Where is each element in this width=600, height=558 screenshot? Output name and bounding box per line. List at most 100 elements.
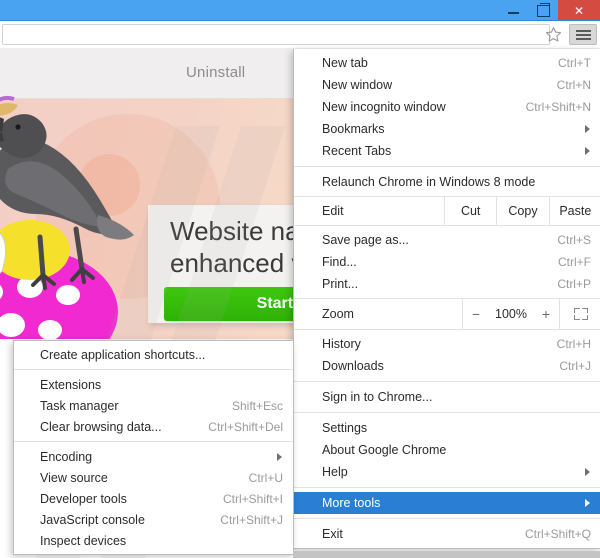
menu-item-accel: Ctrl+U: [248, 470, 283, 485]
menu-item-accel: Ctrl+F: [558, 255, 591, 269]
menu-item-print[interactable]: Print... Ctrl+P: [294, 273, 600, 295]
menu-item-about-google-chrome[interactable]: About Google Chrome: [294, 439, 600, 461]
menu-item-new-tab[interactable]: New tab Ctrl+T: [294, 52, 600, 74]
chevron-right-icon: [585, 147, 590, 155]
submenu-item-inspect-devices[interactable]: Inspect devices: [14, 530, 293, 551]
menu-item-bookmarks[interactable]: Bookmarks: [294, 118, 600, 140]
menu-item-recent-tabs[interactable]: Recent Tabs: [294, 140, 600, 162]
zoom-out-button[interactable]: −: [462, 299, 489, 329]
submenu-separator: [14, 369, 293, 370]
menu-item-label: New incognito window: [322, 100, 446, 114]
menu-item-label: Print...: [322, 277, 359, 291]
menu-item-accel: Ctrl+T: [558, 56, 591, 70]
zoom-in-button[interactable]: +: [533, 299, 559, 329]
crow-illustration: [0, 95, 134, 342]
menu-item-label: View source: [40, 470, 108, 485]
submenu-item-javascript-console[interactable]: JavaScript console Ctrl+Shift+J: [14, 509, 293, 530]
close-button[interactable]: [558, 0, 600, 21]
title-bar: [0, 0, 600, 21]
menu-item-accel: Ctrl+Shift+N: [525, 100, 591, 114]
menu-item-settings[interactable]: Settings: [294, 417, 600, 439]
menu-item-new-window[interactable]: New window Ctrl+N: [294, 74, 600, 96]
menu-item-exit[interactable]: Exit Ctrl+Shift+Q: [294, 523, 600, 545]
menu-item-accel: Ctrl+Shift+I: [222, 491, 283, 506]
menu-item-accel: Ctrl+Shift+J: [220, 512, 283, 527]
submenu-item-encoding[interactable]: Encoding: [14, 446, 293, 467]
restore-button[interactable]: [528, 0, 558, 21]
menu-item-new-incognito-window[interactable]: New incognito window Ctrl+Shift+N: [294, 96, 600, 118]
menu-item-label: Save page as...: [322, 233, 409, 247]
copy-button[interactable]: Copy: [496, 197, 548, 225]
menu-item-label: New window: [322, 78, 393, 92]
menu-item-label: Extensions: [40, 377, 102, 392]
menu-item-label: JavaScript console: [40, 512, 145, 527]
menu-edit-row: Edit Cut Copy Paste: [294, 196, 600, 226]
restore-icon: [536, 2, 550, 17]
menu-separator: [294, 487, 600, 488]
menu-item-label: Downloads: [322, 359, 384, 373]
menu-item-label: Settings: [322, 421, 368, 435]
zoom-level-value: 100%: [495, 307, 527, 321]
submenu-bottom-pad: [14, 551, 293, 554]
more-tools-submenu: Create application shortcuts... Extensio…: [13, 340, 294, 555]
bookmark-star-button[interactable]: [542, 25, 564, 44]
cut-button[interactable]: Cut: [444, 197, 496, 225]
menu-item-accel: Ctrl+Shift+Q: [524, 527, 591, 541]
menu-separator: [294, 412, 600, 413]
menu-item-help[interactable]: Help: [294, 461, 600, 483]
submenu-item-task-manager[interactable]: Task manager Shift+Esc: [14, 395, 293, 416]
fullscreen-icon: [573, 308, 588, 320]
menu-item-find[interactable]: Find... Ctrl+F: [294, 251, 600, 273]
menu-separator: [294, 166, 600, 167]
window-bottom-strip: [293, 551, 600, 558]
paste-button[interactable]: Paste: [548, 197, 600, 225]
chrome-menu-button[interactable]: [569, 24, 597, 45]
menu-item-more-tools[interactable]: More tools: [294, 492, 600, 514]
menu-item-label: Create application shortcuts...: [40, 347, 206, 362]
hamburger-icon-line3: [575, 37, 591, 40]
menu-item-relaunch-windows8-mode[interactable]: Relaunch Chrome in Windows 8 mode: [294, 171, 600, 193]
menu-item-accel: Ctrl+S: [557, 233, 591, 247]
browser-toolbar: [0, 21, 600, 49]
menu-item-label: Relaunch Chrome in Windows 8 mode: [322, 175, 536, 189]
star-icon: [545, 27, 561, 42]
edit-row-label: Edit: [322, 204, 344, 218]
menu-item-downloads[interactable]: Downloads Ctrl+J: [294, 355, 600, 377]
submenu-item-developer-tools[interactable]: Developer tools Ctrl+Shift+I: [14, 488, 293, 509]
menu-item-label: More tools: [322, 496, 381, 510]
menu-item-label: Inspect devices: [40, 533, 127, 548]
hamburger-icon: [575, 29, 591, 32]
menu-item-sign-in-to-chrome[interactable]: Sign in to Chrome...: [294, 386, 600, 408]
submenu-separator: [14, 441, 293, 442]
window-controls: [498, 0, 600, 21]
menu-item-accel: Ctrl+J: [559, 359, 591, 373]
menu-item-label: Encoding: [40, 449, 93, 464]
menu-item-label: New tab: [322, 56, 368, 70]
chevron-right-icon: [277, 452, 282, 461]
submenu-item-clear-browsing-data[interactable]: Clear browsing data... Ctrl+Shift+Del: [14, 416, 293, 437]
address-bar-input[interactable]: [2, 24, 550, 45]
menu-item-accel: Ctrl+H: [556, 337, 591, 351]
menu-item-label: Developer tools: [40, 491, 127, 506]
menu-item-accel: Shift+Esc: [231, 398, 283, 413]
submenu-item-view-source[interactable]: View source Ctrl+U: [14, 467, 293, 488]
submenu-item-extensions[interactable]: Extensions: [14, 374, 293, 395]
zoom-row-label: Zoom: [322, 307, 354, 321]
menu-item-label: Recent Tabs: [322, 144, 392, 158]
menu-item-label: Find...: [322, 255, 357, 269]
uninstall-link[interactable]: Uninstall: [186, 64, 245, 81]
minimize-button[interactable]: [498, 0, 528, 21]
menu-item-label: Help: [322, 465, 348, 479]
submenu-item-create-application-shortcuts[interactable]: Create application shortcuts...: [14, 344, 293, 365]
menu-item-history[interactable]: History Ctrl+H: [294, 333, 600, 355]
menu-item-label: Task manager: [40, 398, 119, 413]
fullscreen-button[interactable]: [559, 299, 600, 329]
hamburger-icon-line2: [575, 33, 591, 36]
menu-separator: [294, 518, 600, 519]
menu-item-label: Sign in to Chrome...: [322, 390, 433, 404]
menu-item-label: About Google Chrome: [322, 443, 447, 457]
menu-item-save-page-as[interactable]: Save page as... Ctrl+S: [294, 229, 600, 251]
chrome-main-menu: New tab Ctrl+T New window Ctrl+N New inc…: [293, 49, 600, 549]
menu-item-label: Exit: [322, 527, 343, 541]
browser-window: Uninstall: [0, 0, 600, 558]
